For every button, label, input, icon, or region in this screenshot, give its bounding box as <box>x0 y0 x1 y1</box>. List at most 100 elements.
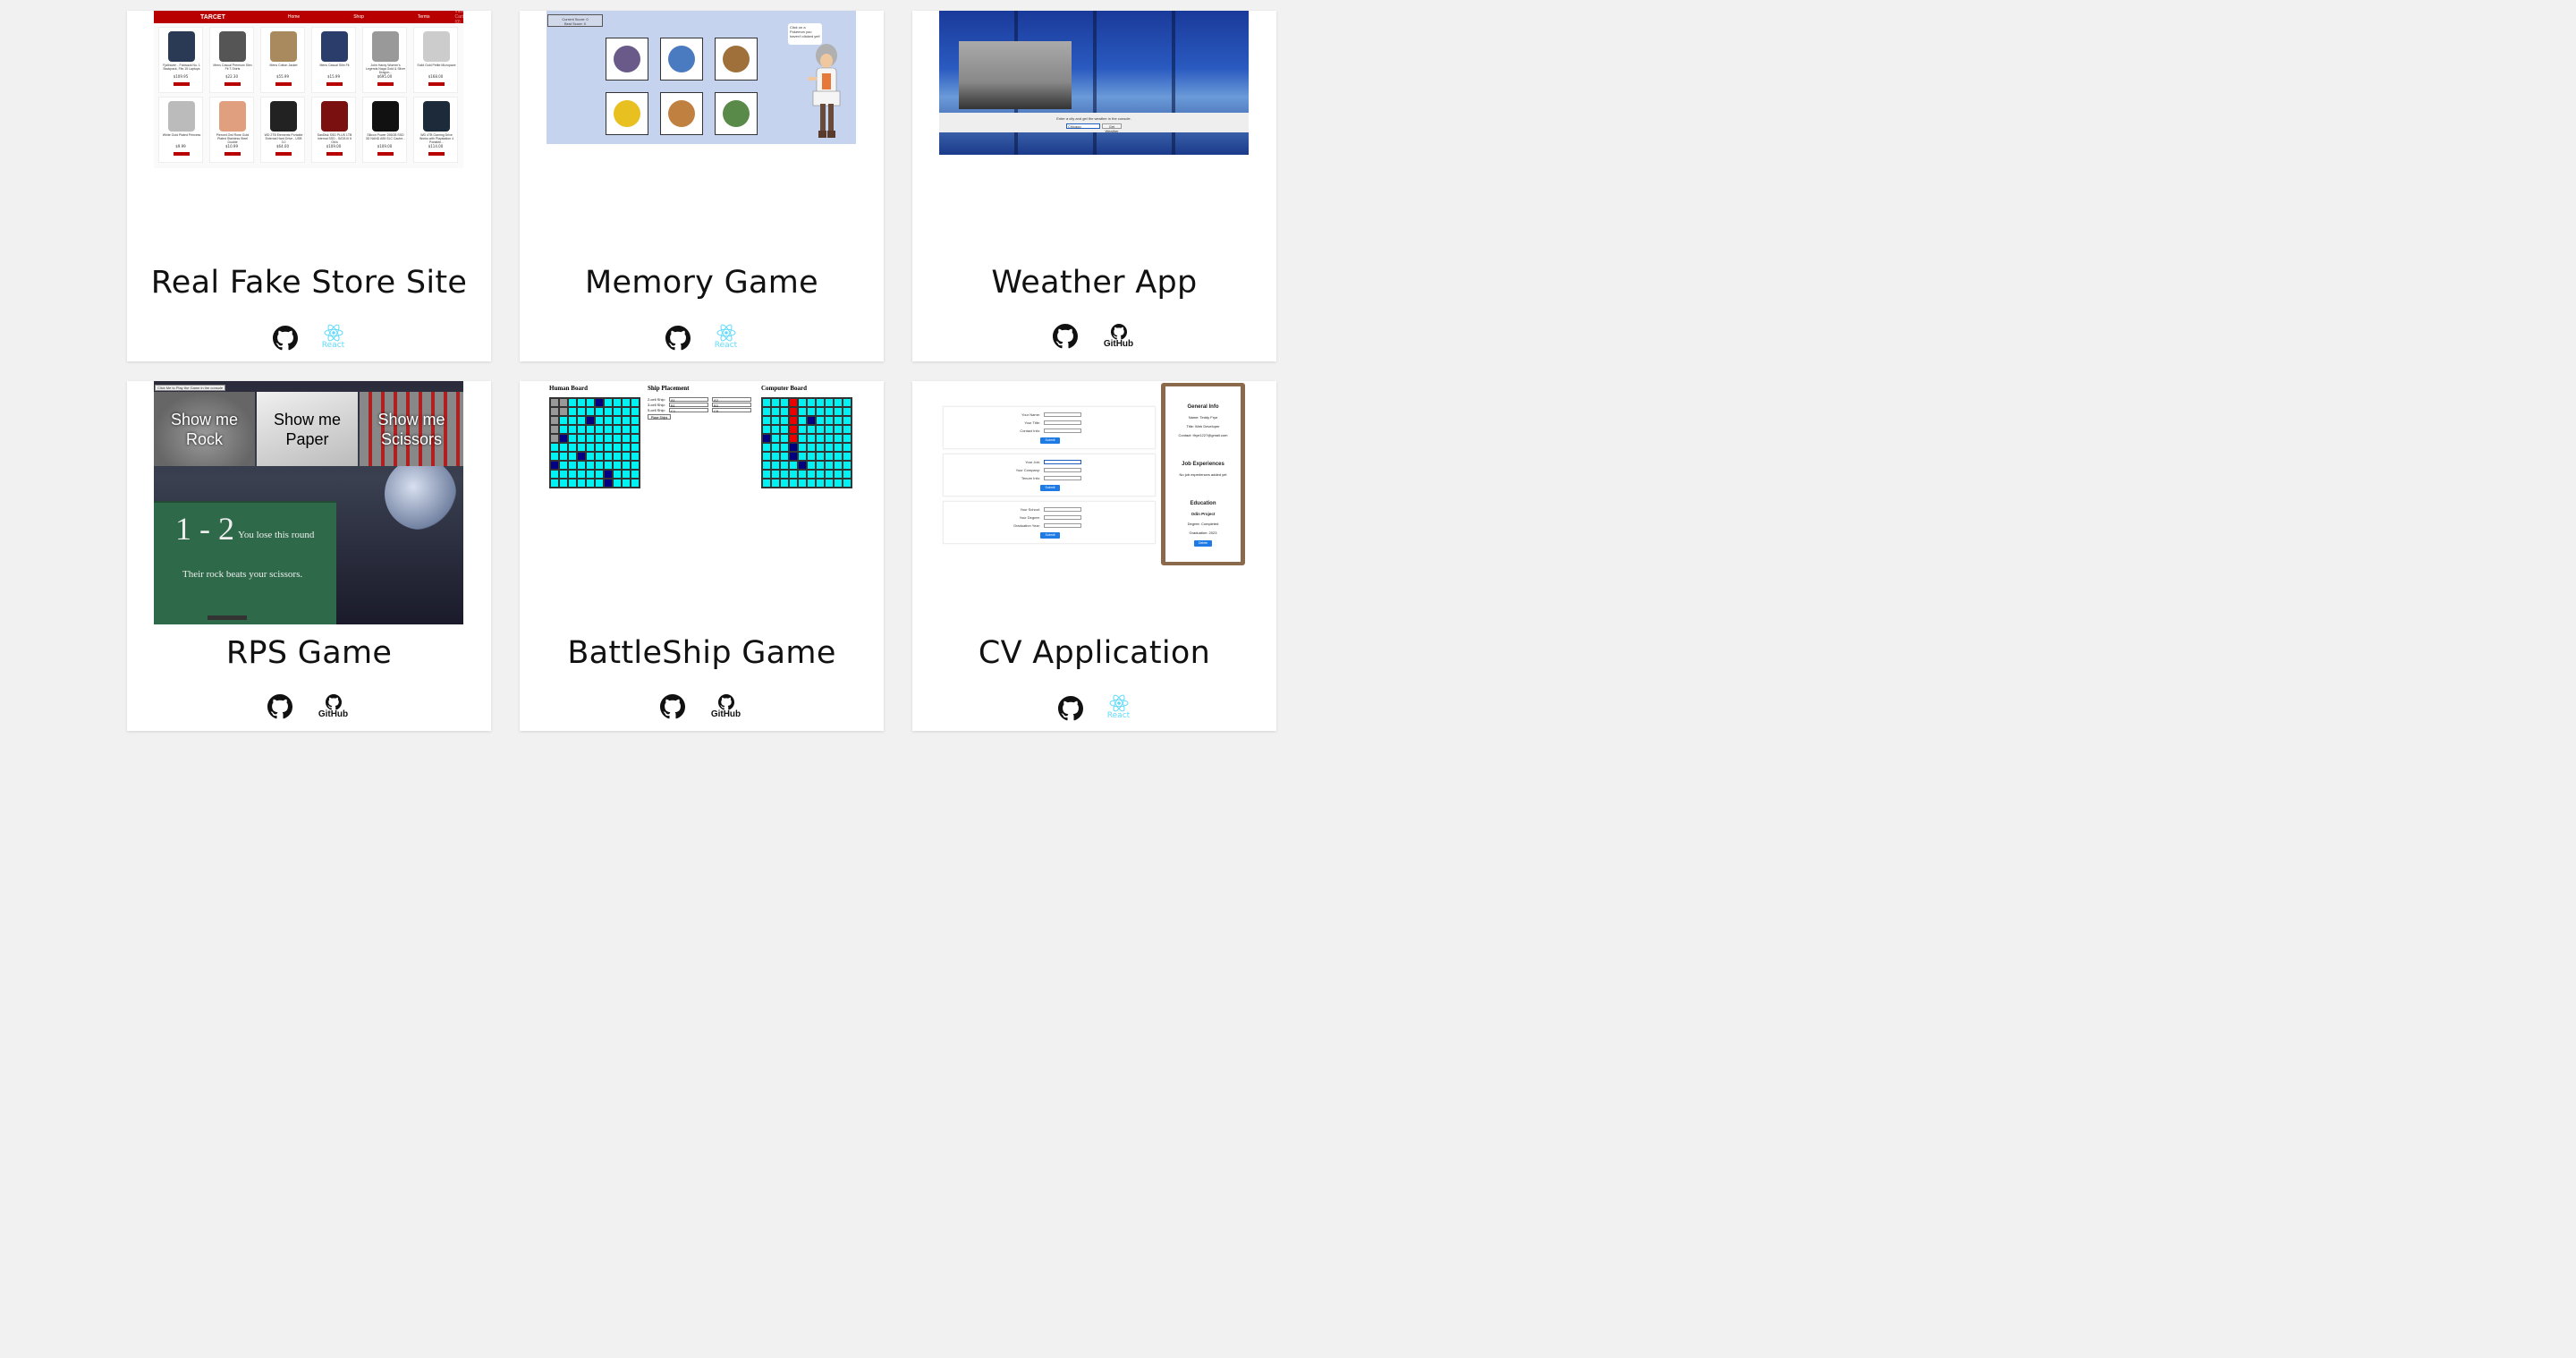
product-card[interactable]: WD 4TB Gaming Drive Works with Playstati… <box>413 97 458 163</box>
board-cell[interactable] <box>843 479 852 488</box>
board-cell[interactable] <box>631 443 640 452</box>
cv-field-input[interactable] <box>1044 420 1081 425</box>
board-cell[interactable] <box>762 407 771 416</box>
board-cell[interactable] <box>568 416 577 425</box>
cv-field-input[interactable] <box>1044 460 1081 464</box>
add-to-cart-button[interactable] <box>326 152 343 156</box>
city-input[interactable]: Chicago <box>1066 123 1100 129</box>
board-cell[interactable] <box>604 434 613 443</box>
board-cell[interactable] <box>798 452 807 461</box>
board-cell[interactable] <box>613 461 622 470</box>
board-cell[interactable] <box>780 407 789 416</box>
board-cell[interactable] <box>789 407 798 416</box>
board-cell[interactable] <box>780 434 789 443</box>
board-cell[interactable] <box>780 452 789 461</box>
board-cell[interactable] <box>816 470 825 479</box>
board-cell[interactable] <box>631 452 640 461</box>
board-cell[interactable] <box>568 479 577 488</box>
board-cell[interactable] <box>631 416 640 425</box>
board-cell[interactable] <box>595 470 604 479</box>
board-cell[interactable] <box>798 443 807 452</box>
board-cell[interactable] <box>622 461 631 470</box>
board-cell[interactable] <box>807 434 816 443</box>
board-cell[interactable] <box>789 434 798 443</box>
board-cell[interactable] <box>825 434 834 443</box>
board-cell[interactable] <box>550 479 559 488</box>
memory-card[interactable] <box>660 92 703 135</box>
board-cell[interactable] <box>807 479 816 488</box>
board-cell[interactable] <box>834 416 843 425</box>
board-cell[interactable] <box>834 470 843 479</box>
placement-end-input[interactable]: B3 <box>712 403 751 408</box>
board-cell[interactable] <box>559 425 568 434</box>
github-icon[interactable] <box>1057 696 1083 721</box>
board-cell[interactable] <box>807 452 816 461</box>
github-text-icon[interactable]: GitHub <box>1101 324 1137 349</box>
memory-card[interactable] <box>715 92 758 135</box>
board-cell[interactable] <box>816 407 825 416</box>
board-cell[interactable] <box>771 452 780 461</box>
board-cell[interactable] <box>771 407 780 416</box>
board-cell[interactable] <box>604 443 613 452</box>
board-cell[interactable] <box>568 470 577 479</box>
board-cell[interactable] <box>816 452 825 461</box>
board-cell[interactable] <box>834 407 843 416</box>
board-cell[interactable] <box>577 416 586 425</box>
submit-button[interactable]: Submit <box>1040 532 1060 539</box>
memory-card[interactable] <box>660 38 703 81</box>
store-screenshot[interactable]: TARCET Home Shop Terms View Cart (0) Fja… <box>154 11 463 168</box>
board-cell[interactable] <box>577 443 586 452</box>
board-cell[interactable] <box>771 434 780 443</box>
board-cell[interactable] <box>613 398 622 407</box>
board-cell[interactable] <box>577 470 586 479</box>
react-icon[interactable]: React <box>321 324 346 351</box>
cv-field-input[interactable] <box>1044 429 1081 433</box>
product-card[interactable]: Silicon Power 256GB SSD 3D NAND A55 SLC … <box>362 97 407 163</box>
board-cell[interactable] <box>586 461 595 470</box>
product-card[interactable]: SanDisk SSD PLUS 1TB Internal SSD - SATA… <box>311 97 356 163</box>
board-cell[interactable] <box>816 461 825 470</box>
board-cell[interactable] <box>807 407 816 416</box>
rps-choice-scissors[interactable]: Show me Scissors <box>360 392 463 466</box>
product-card[interactable]: Fjallraven - Foldsack No. 1 Backpack, Fi… <box>158 27 203 93</box>
board-cell[interactable] <box>568 452 577 461</box>
board-cell[interactable] <box>843 452 852 461</box>
board-cell[interactable] <box>568 407 577 416</box>
board-cell[interactable] <box>568 398 577 407</box>
board-cell[interactable] <box>825 398 834 407</box>
board-cell[interactable] <box>780 461 789 470</box>
board-cell[interactable] <box>771 479 780 488</box>
submit-button[interactable]: Submit <box>1040 437 1060 444</box>
product-card[interactable]: Mens Casual Premium Slim Fit T-Shirts $22… <box>209 27 254 93</box>
board-cell[interactable] <box>613 416 622 425</box>
board-cell[interactable] <box>604 425 613 434</box>
board-cell[interactable] <box>816 398 825 407</box>
board-cell[interactable] <box>780 416 789 425</box>
board-cell[interactable] <box>595 461 604 470</box>
board-cell[interactable] <box>798 407 807 416</box>
product-card[interactable]: Mens Cotton Jacket $55.99 <box>260 27 305 93</box>
board-cell[interactable] <box>604 416 613 425</box>
board-cell[interactable] <box>631 461 640 470</box>
board-cell[interactable] <box>807 470 816 479</box>
add-to-cart-button[interactable] <box>225 82 241 86</box>
board-cell[interactable] <box>568 461 577 470</box>
board-cell[interactable] <box>789 398 798 407</box>
board-cell[interactable] <box>825 479 834 488</box>
github-icon[interactable] <box>267 694 292 719</box>
board-cell[interactable] <box>577 479 586 488</box>
board-cell[interactable] <box>771 470 780 479</box>
get-weather-button[interactable]: Get Weather <box>1102 123 1122 133</box>
board-cell[interactable] <box>613 407 622 416</box>
board-cell[interactable] <box>586 425 595 434</box>
react-icon[interactable]: React <box>1106 694 1131 721</box>
board-cell[interactable] <box>550 452 559 461</box>
add-to-cart-button[interactable] <box>275 152 292 156</box>
react-icon[interactable]: React <box>714 324 739 351</box>
memory-card[interactable] <box>606 38 648 81</box>
weather-screenshot[interactable]: Enter a city and get the weather in the … <box>939 11 1249 155</box>
board-cell[interactable] <box>550 407 559 416</box>
human-board[interactable] <box>549 397 640 488</box>
board-cell[interactable] <box>622 425 631 434</box>
computer-board[interactable] <box>761 397 852 488</box>
